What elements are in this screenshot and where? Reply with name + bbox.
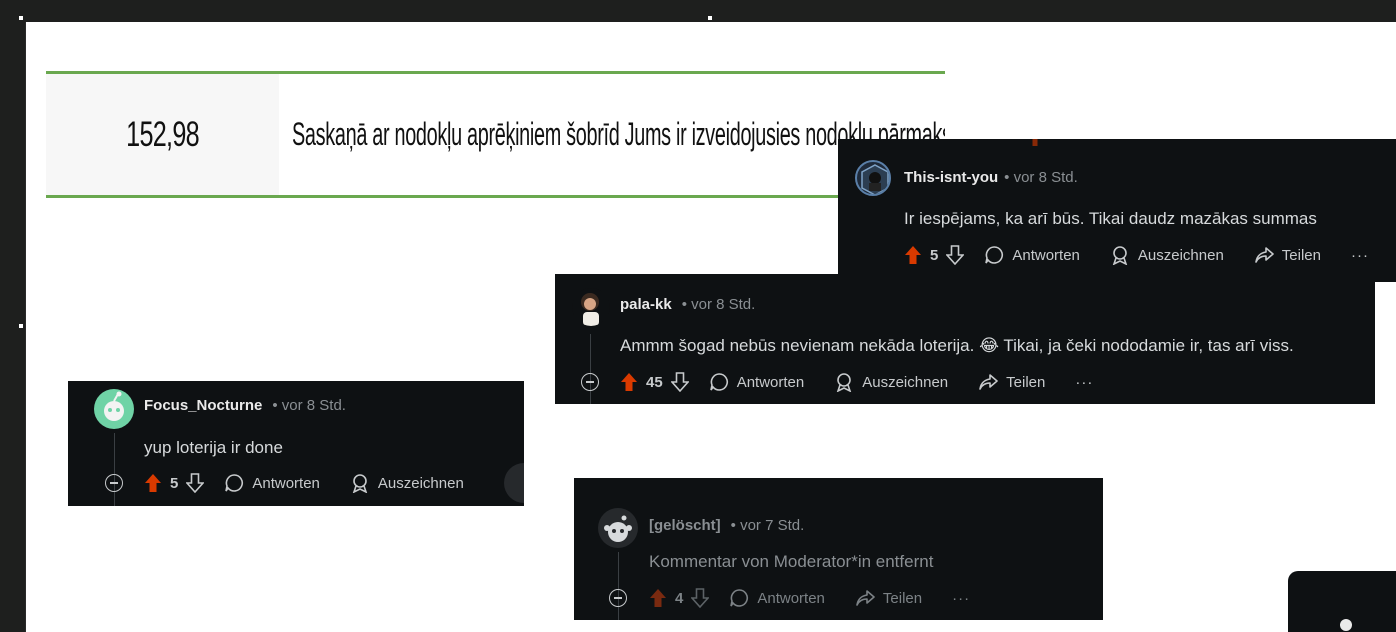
share-icon: [1254, 247, 1274, 263]
comment-actions: 5 Antworten Auszeichnen: [144, 473, 494, 493]
award-icon: [1112, 246, 1128, 265]
reply-button[interactable]: Antworten: [224, 473, 320, 493]
downvote-icon[interactable]: [670, 372, 689, 392]
comment-timestamp[interactable]: • vor 8 Std.: [1004, 169, 1078, 186]
comment-timestamp[interactable]: • vor 7 Std.: [731, 517, 805, 534]
comment-body: yup loterija ir done: [144, 438, 283, 457]
clipped-actions: [1028, 139, 1042, 151]
comment-timestamp[interactable]: • vor 8 Std.: [682, 296, 756, 313]
share-button[interactable]: Teilen: [978, 372, 1045, 392]
comment-card-clipped: [1288, 571, 1396, 632]
comment-actions: 4 Antworten Teilen ···: [649, 588, 970, 608]
downvote-icon[interactable]: [946, 245, 965, 265]
upvote-icon: [1029, 139, 1041, 146]
award-button[interactable]: Auszeichnen: [350, 473, 464, 493]
upvote-icon[interactable]: [904, 245, 922, 265]
thread-line: [590, 334, 591, 404]
more-options-icon[interactable]: ···: [1351, 247, 1369, 264]
award-icon: [352, 474, 368, 493]
comment-body: Ammm šogad nebūs nevienam nekāda loterij…: [620, 336, 1294, 355]
comment-username[interactable]: pala-kk: [620, 296, 672, 313]
share-icon: [856, 590, 875, 606]
downvote-icon[interactable]: [186, 473, 205, 493]
share-button-clipped[interactable]: [504, 463, 524, 503]
resize-handle[interactable]: [19, 324, 23, 328]
award-label: Auszeichnen: [1137, 246, 1224, 264]
downvote-icon[interactable]: [691, 588, 710, 608]
comment-card-deleted: [gelöscht] • vor 7 Std. Kommentar von Mo…: [574, 478, 1103, 620]
thread-line: [114, 433, 115, 506]
comment-timestamp[interactable]: • vor 8 Std.: [272, 397, 346, 414]
comment-actions: 45 Antworten Auszeichnen Teilen ···: [620, 372, 1093, 392]
share-label: Teilen: [1281, 246, 1321, 264]
avatar[interactable]: [1340, 619, 1352, 631]
comment-body: Ir iespējams, ka arī būs. Tikai daudz ma…: [904, 209, 1317, 228]
comment-header: This-isnt-you • vor 8 Std.: [904, 169, 1078, 186]
avatar[interactable]: [572, 288, 610, 326]
avatar[interactable]: [855, 160, 891, 196]
reply-button[interactable]: Antworten: [729, 588, 825, 608]
award-label: Auszeichnen: [862, 373, 949, 391]
comment-header: [gelöscht] • vor 7 Std.: [649, 517, 804, 534]
vote-group: 5: [904, 245, 965, 265]
comment-header: pala-kk • vor 8 Std.: [620, 296, 755, 313]
vote-count: 5: [930, 246, 939, 264]
award-button[interactable]: Auszeichnen: [834, 372, 948, 392]
comment-actions: 5 Antworten Auszeichnen Teilen ···: [904, 245, 1369, 265]
tax-overpayment-table: 152,98 Saskaņā ar nodokļu aprēķiniem šob…: [46, 71, 945, 198]
reply-button[interactable]: Antworten: [984, 245, 1080, 265]
upvote-icon[interactable]: [620, 372, 638, 392]
share-label: Teilen: [1006, 373, 1046, 391]
upvote-icon[interactable]: [144, 473, 162, 493]
award-icon: [837, 373, 852, 392]
share-button[interactable]: Teilen: [1254, 245, 1321, 265]
speech-bubble-icon: [225, 474, 244, 492]
vote-group: 5: [144, 473, 205, 493]
speech-bubble-icon: [709, 373, 728, 391]
speech-bubble-icon: [985, 246, 1004, 264]
collapse-thread-icon[interactable]: [609, 589, 627, 607]
thread-line: [618, 552, 619, 620]
more-options-icon[interactable]: ···: [1075, 374, 1093, 391]
tax-amount-cell: 152,98: [46, 74, 279, 195]
share-label: Teilen: [882, 589, 923, 607]
award-label: Auszeichnen: [377, 474, 464, 492]
tax-amount: 152,98: [126, 114, 199, 154]
comment-username[interactable]: Focus_Nocturne: [144, 397, 262, 414]
avatar[interactable]: [94, 389, 134, 429]
reply-button[interactable]: Antworten: [709, 372, 805, 392]
vote-group: 4: [649, 588, 710, 608]
comment-card-pala-kk: pala-kk • vor 8 Std. Ammm šogad nebūs ne…: [555, 274, 1375, 404]
speech-bubble-icon: [730, 589, 749, 607]
comment-card-focus-nocturne: Focus_Nocturne • vor 8 Std. yup loterija…: [68, 381, 524, 506]
reply-label: Antworten: [757, 589, 825, 607]
resize-handle[interactable]: [19, 16, 23, 20]
share-icon: [979, 374, 998, 390]
comment-username: [gelöscht]: [649, 517, 721, 534]
comment-body: Kommentar von Moderator*in entfernt: [649, 552, 934, 571]
reply-label: Antworten: [1012, 246, 1080, 264]
comment-header: Focus_Nocturne • vor 8 Std.: [144, 397, 346, 414]
resize-handle[interactable]: [708, 16, 712, 20]
share-button[interactable]: Teilen: [855, 588, 922, 608]
upvote-icon[interactable]: [649, 588, 667, 608]
vote-count: 4: [675, 589, 684, 607]
vote-count: 45: [646, 373, 663, 391]
comment-username[interactable]: This-isnt-you: [904, 169, 998, 186]
vote-count: 5: [170, 474, 179, 492]
award-button[interactable]: Auszeichnen: [1110, 245, 1224, 265]
vote-group: 45: [620, 372, 689, 392]
more-options-icon[interactable]: ···: [952, 590, 970, 607]
reply-label: Antworten: [252, 474, 320, 492]
collapse-thread-icon[interactable]: [581, 373, 599, 391]
reply-label: Antworten: [736, 373, 805, 391]
avatar[interactable]: [598, 508, 638, 548]
collapse-thread-icon[interactable]: [105, 474, 123, 492]
comment-card-this-isnt-you: This-isnt-you • vor 8 Std. Ir iespējams,…: [838, 139, 1396, 282]
